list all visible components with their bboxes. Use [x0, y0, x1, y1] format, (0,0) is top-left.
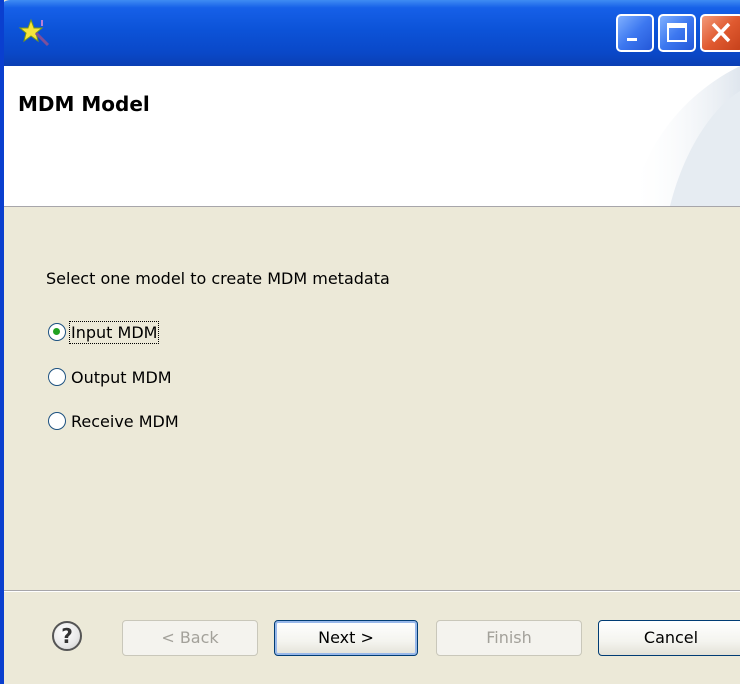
back-button[interactable]: < Back — [122, 620, 258, 656]
wizard-dialog: MDM Model Select one model to create MDM… — [0, 0, 740, 684]
maximize-icon — [667, 23, 687, 42]
finish-button[interactable]: Finish — [436, 620, 582, 656]
radio-button[interactable] — [48, 368, 66, 386]
wizard-star-icon — [18, 18, 50, 47]
radio-label: Output MDM — [71, 367, 172, 387]
radio-input-mdm[interactable]: Input MDM — [48, 319, 160, 345]
next-button[interactable]: Next > — [274, 620, 418, 656]
radio-label: Receive MDM — [71, 411, 179, 431]
radio-button-checked[interactable] — [48, 323, 66, 341]
close-icon — [711, 22, 731, 43]
radio-output-mdm[interactable]: Output MDM — [48, 364, 172, 390]
maximize-button[interactable] — [658, 14, 696, 52]
help-icon[interactable]: ? — [52, 621, 82, 651]
radio-button[interactable] — [48, 412, 66, 430]
wizard-content: Select one model to create MDM metadata … — [4, 207, 740, 592]
footer-separator — [4, 590, 740, 592]
radio-receive-mdm[interactable]: Receive MDM — [48, 408, 179, 434]
title-bar[interactable] — [4, 0, 740, 66]
header-decoration — [630, 66, 740, 206]
instruction-text: Select one model to create MDM metadata — [46, 269, 390, 288]
close-button[interactable] — [700, 14, 740, 52]
minimize-button[interactable] — [616, 14, 654, 52]
minimize-icon — [627, 38, 637, 41]
page-title: MDM Model — [18, 92, 150, 116]
cancel-button[interactable]: Cancel — [598, 620, 740, 656]
wizard-header: MDM Model — [4, 66, 740, 207]
radio-label: Input MDM — [68, 320, 160, 344]
